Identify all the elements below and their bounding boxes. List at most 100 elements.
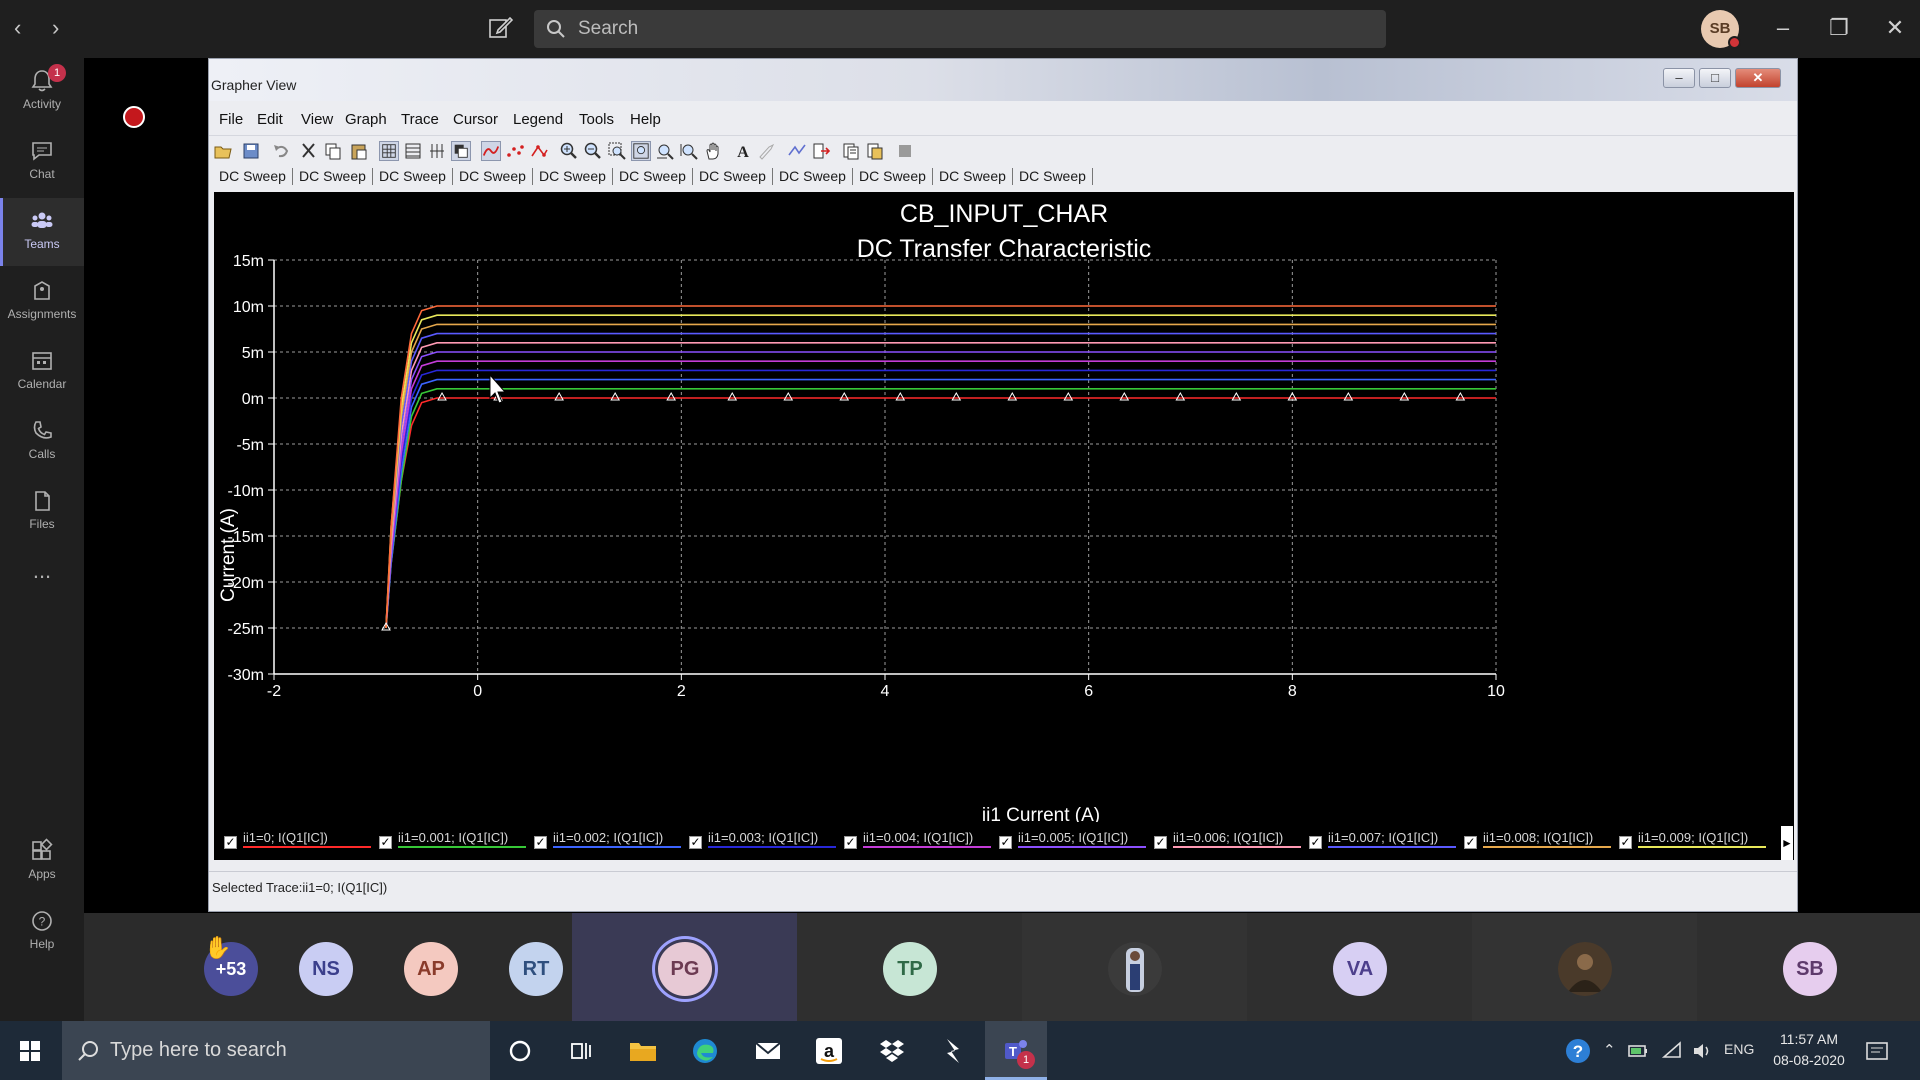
minimize-icon[interactable]: –: [1768, 14, 1798, 42]
tab-dc-sweep[interactable]: DC Sweep: [853, 168, 933, 185]
volume-icon[interactable]: [1690, 1039, 1714, 1063]
open-icon[interactable]: [213, 141, 233, 161]
pspice-app-icon[interactable]: [937, 1035, 969, 1067]
zoom-fit-icon[interactable]: [631, 141, 651, 161]
line-points-icon[interactable]: [529, 141, 549, 161]
tab-dc-sweep[interactable]: DC Sweep: [773, 168, 853, 185]
tab-dc-sweep[interactable]: DC Sweep: [373, 168, 453, 185]
pan-hand-icon[interactable]: [703, 141, 723, 161]
zoom-out-icon[interactable]: [583, 141, 603, 161]
legend-scroll-right-icon[interactable]: ►: [1781, 826, 1793, 860]
task-view-icon[interactable]: [564, 1035, 596, 1067]
overlay-icon[interactable]: [451, 141, 471, 161]
tab-dc-sweep-active[interactable]: DC Sweep: [1013, 168, 1093, 185]
restore-icon[interactable]: ❐: [1824, 14, 1854, 42]
menu-file[interactable]: File: [219, 111, 243, 128]
cursor-lines-icon[interactable]: [427, 141, 447, 161]
tab-dc-sweep[interactable]: DC Sweep: [453, 168, 533, 185]
rail-calls[interactable]: Calls: [0, 408, 84, 476]
taskbar-clock[interactable]: 11:57 AM 08-08-2020: [1762, 1029, 1856, 1071]
grid-icon[interactable]: [379, 141, 399, 161]
undo-icon[interactable]: [271, 141, 291, 161]
mail-icon[interactable]: [752, 1035, 784, 1067]
grapher-close-button[interactable]: ✕: [1735, 68, 1781, 88]
rail-more[interactable]: ...: [0, 558, 84, 626]
legend-checkbox[interactable]: ✓: [1309, 836, 1322, 849]
zoom-in-icon[interactable]: [559, 141, 579, 161]
export-icon[interactable]: [811, 141, 831, 161]
page-setup-icon[interactable]: [865, 141, 885, 161]
menu-trace[interactable]: Trace: [401, 111, 439, 128]
participant-tile[interactable]: NS: [274, 913, 379, 1021]
user-avatar[interactable]: SB: [1701, 10, 1741, 49]
tab-dc-sweep[interactable]: DC Sweep: [533, 168, 613, 185]
tab-dc-sweep[interactable]: DC Sweep: [293, 168, 373, 185]
participant-tile[interactable]: AP: [379, 913, 484, 1021]
battery-icon[interactable]: [1626, 1039, 1650, 1063]
rail-chat[interactable]: Chat: [0, 128, 84, 196]
cortana-icon[interactable]: [504, 1035, 536, 1067]
back-arrow-icon[interactable]: ‹: [14, 14, 21, 42]
input-language[interactable]: ENG: [1724, 1041, 1754, 1057]
forward-arrow-icon[interactable]: ›: [52, 14, 59, 42]
text-tool-icon[interactable]: A: [733, 141, 753, 161]
zoom-area-icon[interactable]: [607, 141, 627, 161]
copy-icon[interactable]: [323, 141, 343, 161]
taskbar-search-input[interactable]: Type here to search: [62, 1021, 490, 1080]
properties-icon[interactable]: [841, 141, 861, 161]
tab-dc-sweep[interactable]: DC Sweep: [613, 168, 693, 185]
search-input[interactable]: Search: [534, 10, 1386, 48]
zoom-y-icon[interactable]: [679, 141, 699, 161]
menu-edit[interactable]: Edit: [257, 111, 283, 128]
menu-cursor[interactable]: Cursor: [453, 111, 498, 128]
amazon-icon[interactable]: a: [813, 1035, 845, 1067]
rail-apps[interactable]: Apps: [0, 828, 84, 896]
participant-tile[interactable]: [1022, 913, 1247, 1021]
menu-help[interactable]: Help: [630, 111, 661, 128]
overflow-participants[interactable]: +53 ✋: [164, 913, 274, 1021]
legend-checkbox[interactable]: ✓: [224, 836, 237, 849]
legend-checkbox[interactable]: ✓: [844, 836, 857, 849]
participant-tile[interactable]: VA: [1247, 913, 1472, 1021]
rail-activity[interactable]: 1 Activity: [0, 58, 84, 126]
measure-icon[interactable]: [787, 141, 807, 161]
menu-view[interactable]: View: [301, 111, 333, 128]
legend-checkbox[interactable]: ✓: [999, 836, 1012, 849]
rail-help[interactable]: ? Help: [0, 898, 84, 966]
rail-calendar[interactable]: Calendar: [0, 338, 84, 406]
legend-checkbox[interactable]: ✓: [379, 836, 392, 849]
grapher-maximize-button[interactable]: □: [1699, 68, 1731, 88]
teams-taskbar-button[interactable]: T 1: [985, 1021, 1047, 1080]
menu-tools[interactable]: Tools: [579, 111, 614, 128]
help-icon[interactable]: ?: [1562, 1035, 1594, 1067]
participant-tile[interactable]: TP: [797, 913, 1022, 1021]
close-icon[interactable]: ✕: [1880, 14, 1910, 42]
menu-graph[interactable]: Graph: [345, 111, 387, 128]
tab-dc-sweep[interactable]: DC Sweep: [213, 168, 293, 185]
rail-files[interactable]: Files: [0, 478, 84, 546]
dropbox-icon[interactable]: [876, 1035, 908, 1067]
participant-tile-speaking[interactable]: PG: [572, 913, 797, 1021]
minor-grid-icon[interactable]: [403, 141, 423, 161]
legend-checkbox[interactable]: ✓: [1619, 836, 1632, 849]
rail-teams[interactable]: Teams: [0, 198, 84, 266]
show-hidden-icons-icon[interactable]: ⌃: [1603, 1041, 1616, 1059]
trace-icon[interactable]: [481, 141, 501, 161]
legend-checkbox[interactable]: ✓: [1464, 836, 1477, 849]
zoom-x-icon[interactable]: [655, 141, 675, 161]
save-icon[interactable]: [241, 141, 261, 161]
label-tool-icon[interactable]: [757, 141, 777, 161]
new-chat-icon[interactable]: [486, 14, 514, 42]
notifications-icon[interactable]: [1864, 1039, 1890, 1065]
tab-dc-sweep[interactable]: DC Sweep: [933, 168, 1013, 185]
windows-start-icon[interactable]: [14, 1035, 46, 1067]
participant-tile[interactable]: [1472, 913, 1697, 1021]
menu-legend[interactable]: Legend: [513, 111, 563, 128]
rail-assignments[interactable]: Assignments: [0, 268, 84, 336]
file-explorer-icon[interactable]: [627, 1035, 659, 1067]
wifi-icon[interactable]: [1660, 1039, 1684, 1063]
points-icon[interactable]: [505, 141, 525, 161]
tab-dc-sweep[interactable]: DC Sweep: [693, 168, 773, 185]
stop-icon[interactable]: [895, 141, 915, 161]
cut-icon[interactable]: [299, 141, 319, 161]
